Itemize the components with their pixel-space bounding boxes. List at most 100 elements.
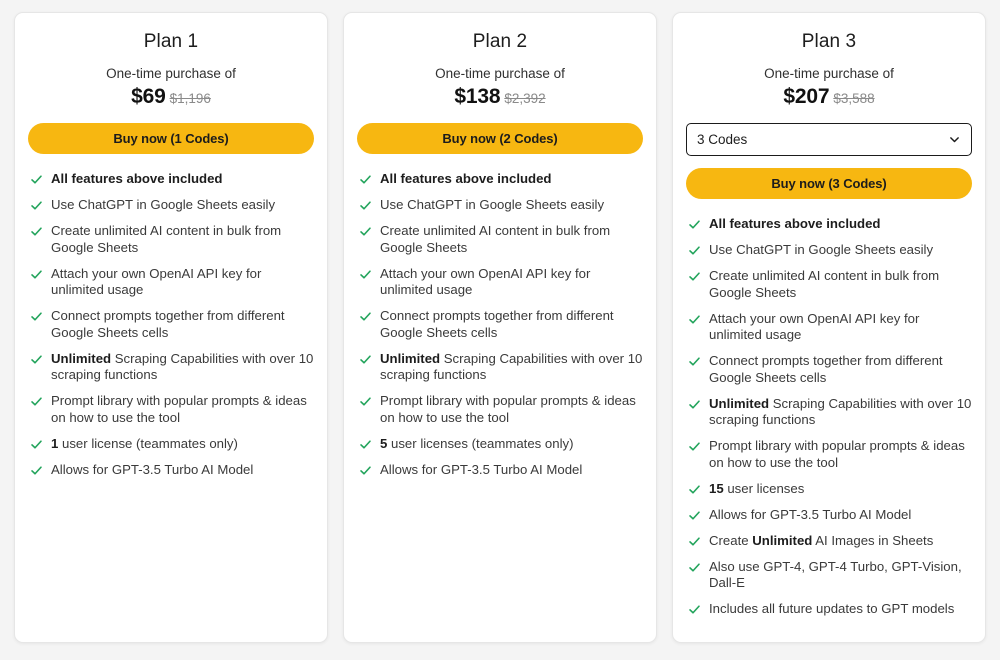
feature-text: Create unlimited AI content in bulk from… xyxy=(709,268,940,300)
check-icon xyxy=(689,605,700,614)
feature-item: All features above included xyxy=(359,171,643,188)
plan-subtitle: One-time purchase of xyxy=(435,66,565,81)
feature-text: Includes all future updates to GPT model… xyxy=(709,601,955,616)
check-icon xyxy=(31,201,42,210)
feature-item: Connect prompts together from different … xyxy=(688,353,972,386)
feature-text: Allows for GPT-3.5 Turbo AI Model xyxy=(380,461,583,477)
feature-list: All features above included Use ChatGPT i… xyxy=(686,216,972,618)
feature-item: Create Unlimited AI Images in Sheets xyxy=(688,533,972,550)
feature-item: Attach your own OpenAI API key for unlim… xyxy=(30,266,314,299)
price-row: $69 $1,196 xyxy=(28,85,314,109)
check-icon xyxy=(689,220,700,229)
buy-now-button[interactable]: Buy now (1 Codes) xyxy=(28,123,314,154)
feature-item: Prompt library with popular prompts & id… xyxy=(688,438,972,471)
feature-item: Allows for GPT-3.5 Turbo AI Model xyxy=(688,507,972,524)
check-icon xyxy=(31,397,42,406)
code-quantity-select[interactable]: 3 Codes xyxy=(686,123,972,156)
check-icon xyxy=(31,269,42,279)
plan-title: Plan 1 xyxy=(143,31,199,52)
feature-item: Attach your own OpenAI API key for unlim… xyxy=(688,311,972,344)
check-icon xyxy=(360,312,371,321)
feature-item: Unlimited Scraping Capabilities with ove… xyxy=(359,351,643,384)
plan-card: Plan 1 One-time purchase of $69 $1,196 Buy n… xyxy=(14,12,328,643)
feature-item: Also use GPT-4, GPT-4 Turbo, GPT-Vision,… xyxy=(688,559,972,592)
feature-item: Prompt library with popular prompts & id… xyxy=(30,393,314,426)
feature-item: All features above included xyxy=(30,171,314,188)
feature-list: All features above included Use ChatGPT i… xyxy=(357,171,643,478)
feature-text: Use ChatGPT in Google Sheets easily xyxy=(380,197,605,212)
feature-item: All features above included xyxy=(688,216,972,233)
check-icon xyxy=(689,272,700,281)
feature-item: Unlimited Scraping Capabilities with ove… xyxy=(688,396,972,429)
check-icon xyxy=(31,465,42,475)
feature-item: 5 user licenses (teammates only) xyxy=(359,436,643,453)
check-icon xyxy=(689,246,700,255)
check-icon xyxy=(689,562,700,572)
feature-text: Unlimited Scraping Capabilities with ove… xyxy=(709,395,972,428)
check-icon xyxy=(360,175,371,184)
check-icon xyxy=(360,269,371,279)
feature-text: Unlimited Scraping Capabilities with ove… xyxy=(380,350,643,383)
feature-text: Prompt library with popular prompts & id… xyxy=(380,393,636,425)
check-icon xyxy=(31,175,42,184)
code-quantity-value: 3 Codes xyxy=(697,132,748,147)
feature-item: Connect prompts together from different … xyxy=(359,308,643,341)
feature-list: All features above included Use ChatGPT i… xyxy=(28,171,314,478)
original-price: $1,196 xyxy=(169,91,211,106)
feature-text: Prompt library with popular prompts & id… xyxy=(709,438,965,470)
check-icon xyxy=(689,510,700,520)
feature-text: Attach your own OpenAI API key for unlim… xyxy=(51,265,262,298)
feature-item: 1 user license (teammates only) xyxy=(30,436,314,453)
feature-text: Connect prompts together from different … xyxy=(51,308,285,340)
check-icon xyxy=(31,227,42,236)
feature-text: Create unlimited AI content in bulk from… xyxy=(380,223,611,255)
feature-text: Unlimited Scraping Capabilities with ove… xyxy=(51,350,314,383)
feature-text: Use ChatGPT in Google Sheets easily xyxy=(709,242,934,257)
feature-item: Attach your own OpenAI API key for unlim… xyxy=(359,266,643,299)
check-icon xyxy=(360,439,371,449)
feature-text: Create unlimited AI content in bulk from… xyxy=(51,223,282,255)
feature-text: Attach your own OpenAI API key for unlim… xyxy=(709,310,920,343)
check-icon xyxy=(360,227,371,236)
feature-item: 15 user licenses xyxy=(688,481,972,498)
check-icon xyxy=(689,536,700,546)
feature-text: Allows for GPT-3.5 Turbo AI Model xyxy=(51,461,254,477)
feature-text: Prompt library with popular prompts & id… xyxy=(51,393,307,425)
original-price: $3,588 xyxy=(833,91,875,106)
original-price: $2,392 xyxy=(504,91,546,106)
feature-text: Connect prompts together from different … xyxy=(709,353,943,385)
feature-item: Includes all future updates to GPT model… xyxy=(688,601,972,618)
feature-text: Connect prompts together from different … xyxy=(380,308,614,340)
feature-text: Use ChatGPT in Google Sheets easily xyxy=(51,197,276,212)
feature-text: Also use GPT-4, GPT-4 Turbo, GPT-Vision,… xyxy=(709,558,962,591)
feature-text: All features above included xyxy=(380,171,552,186)
price-row: $138 $2,392 xyxy=(357,85,643,109)
check-icon xyxy=(360,354,371,364)
feature-item: Use ChatGPT in Google Sheets easily xyxy=(688,242,972,259)
feature-text: All features above included xyxy=(51,171,223,186)
check-icon xyxy=(689,484,700,494)
feature-item: Use ChatGPT in Google Sheets easily xyxy=(30,197,314,214)
pricing-plans-grid: Plan 1 One-time purchase of $69 $1,196 Buy n… xyxy=(0,0,1000,655)
feature-item: Allows for GPT-3.5 Turbo AI Model xyxy=(359,462,643,479)
plan-card: Plan 2 One-time purchase of $138 $2,392 Buy … xyxy=(343,12,657,643)
price-row: $207 $3,588 xyxy=(686,85,972,109)
feature-item: Connect prompts together from different … xyxy=(30,308,314,341)
feature-text: Create Unlimited AI Images in Sheets xyxy=(709,532,934,548)
feature-text: Allows for GPT-3.5 Turbo AI Model xyxy=(709,506,912,522)
buy-now-button[interactable]: Buy now (2 Codes) xyxy=(357,123,643,154)
check-icon xyxy=(360,397,371,406)
check-icon xyxy=(689,314,700,324)
current-price: $69 xyxy=(131,85,166,108)
current-price: $207 xyxy=(783,85,830,108)
buy-now-button[interactable]: Buy now (3 Codes) xyxy=(686,168,972,199)
feature-text: All features above included xyxy=(709,216,881,231)
feature-text: Attach your own OpenAI API key for unlim… xyxy=(380,265,591,298)
plan-title: Plan 3 xyxy=(801,31,857,52)
plan-subtitle: One-time purchase of xyxy=(106,66,236,81)
chevron-down-icon xyxy=(950,137,959,143)
feature-text: 15 user licenses xyxy=(709,480,805,496)
feature-item: Allows for GPT-3.5 Turbo AI Model xyxy=(30,462,314,479)
check-icon xyxy=(689,357,700,366)
plan-card: Plan 3 One-time purchase of $207 $3,588 3 Co… xyxy=(672,12,986,643)
